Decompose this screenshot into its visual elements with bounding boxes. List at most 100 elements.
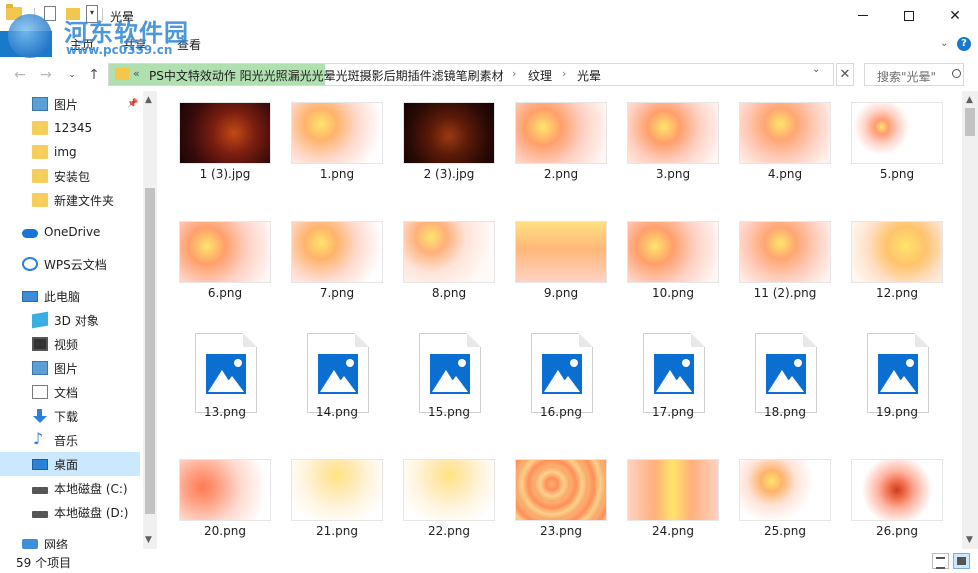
scroll-up-arrow-icon[interactable]: ▲ <box>966 95 973 105</box>
sidebar-item[interactable]: 新建文件夹 <box>0 188 140 212</box>
tab-view[interactable]: 查看 <box>177 36 201 53</box>
file-item[interactable]: 6.png <box>158 210 270 314</box>
file-item[interactable]: 2.png <box>494 91 606 195</box>
file-item[interactable]: 1.png <box>270 91 382 195</box>
sidebar-item[interactable]: 文档 <box>0 380 140 404</box>
sidebar-item[interactable]: 此电脑 <box>0 284 140 308</box>
file-item[interactable]: 8.png <box>382 210 494 314</box>
address-bar[interactable]: « PS中文特效动作 阳光光照漏光光晕光斑摄影后期插件滤镜笔刷素材 › 纹理 ›… <box>108 63 834 86</box>
file-item[interactable]: 24.png <box>606 448 718 549</box>
folder-icon <box>115 68 129 80</box>
file-name: 18.png <box>764 405 806 419</box>
sidebar-item[interactable]: 网络 <box>0 532 140 549</box>
maximize-button[interactable] <box>886 0 932 31</box>
file-name: 10.png <box>652 286 694 300</box>
breadcrumb-separator[interactable]: › <box>562 67 566 80</box>
sidebar-item-label: OneDrive <box>44 225 101 239</box>
clear-address-button[interactable]: ✕ <box>836 63 854 86</box>
scroll-up-arrow-icon[interactable]: ▲ <box>145 95 152 105</box>
address-history-dropdown-icon[interactable]: ⌄ <box>812 64 820 75</box>
new-folder-icon[interactable] <box>66 8 80 20</box>
details-view-button[interactable] <box>932 553 949 569</box>
file-item[interactable]: 9.png <box>494 210 606 314</box>
image-thumbnail <box>180 222 270 282</box>
file-item[interactable]: 16.png <box>494 329 606 433</box>
file-name: 1.png <box>319 167 355 181</box>
address-overflow-chevron[interactable]: « <box>133 67 140 80</box>
minimize-button[interactable] <box>840 0 886 31</box>
scroll-down-arrow-icon[interactable]: ▼ <box>145 535 152 545</box>
image-thumbnail <box>852 222 942 282</box>
file-item[interactable]: 20.png <box>158 448 270 549</box>
file-name: 6.png <box>207 286 243 300</box>
close-icon: ✕ <box>949 7 961 24</box>
sidebar-item[interactable]: 安装包 <box>0 164 140 188</box>
sidebar-item[interactable]: 12345 <box>0 116 140 140</box>
large-icons-view-button[interactable] <box>953 553 970 569</box>
back-button[interactable]: ← <box>10 65 30 85</box>
image-thumbnail <box>852 460 942 520</box>
up-button[interactable]: ↑ <box>84 65 104 85</box>
file-item[interactable]: 17.png <box>606 329 718 433</box>
sidebar-item[interactable]: 音乐 <box>0 428 140 452</box>
picture-icon <box>766 354 806 394</box>
picture-icon <box>318 354 358 394</box>
forward-button[interactable]: → <box>36 65 56 85</box>
image-thumbnail <box>628 222 718 282</box>
search-input[interactable]: 搜索"光晕" <box>864 63 964 86</box>
window-title: 光晕 <box>110 10 135 24</box>
image-thumbnail <box>628 103 718 163</box>
close-button[interactable]: ✕ <box>932 0 978 31</box>
file-item[interactable]: 2 (3).jpg <box>382 91 494 195</box>
file-list-scrollbar[interactable]: ▲ ▼ <box>962 91 978 549</box>
sidebar-item[interactable]: WPS云文档 <box>0 252 140 276</box>
sidebar-item[interactable]: 本地磁盘 (D:) <box>0 500 140 524</box>
file-item[interactable]: 18.png <box>718 329 830 433</box>
expand-ribbon-icon[interactable]: ⌄ <box>940 38 948 49</box>
file-item[interactable]: 5.png <box>830 91 942 195</box>
recent-locations-chevron-icon[interactable]: ⌄ <box>62 65 82 85</box>
sidebar-item[interactable]: OneDrive <box>0 220 140 244</box>
file-item[interactable]: 1 (3).jpg <box>158 91 270 195</box>
file-item[interactable]: 3.png <box>606 91 718 195</box>
sidebar-item[interactable]: 本地磁盘 (C:) <box>0 476 140 500</box>
help-icon[interactable]: ? <box>957 37 971 51</box>
file-item[interactable]: 25.png <box>718 448 830 549</box>
file-item[interactable]: 10.png <box>606 210 718 314</box>
file-item[interactable]: 26.png <box>830 448 942 549</box>
image-file-icon <box>195 333 257 413</box>
file-item[interactable]: 15.png <box>382 329 494 433</box>
breadcrumb-texture[interactable]: 纹理 <box>528 67 552 84</box>
3d-objects-icon <box>32 311 48 329</box>
file-item[interactable]: 19.png <box>830 329 942 433</box>
quick-access-dropdown-icon[interactable]: ▾ <box>86 5 98 23</box>
file-item[interactable]: 21.png <box>270 448 382 549</box>
file-item[interactable]: 23.png <box>494 448 606 549</box>
file-list-scroll-thumb[interactable] <box>965 108 975 136</box>
scroll-down-arrow-icon[interactable]: ▼ <box>966 535 973 545</box>
sidebar-item[interactable]: 3D 对象 <box>0 308 140 332</box>
tab-share[interactable]: 共享 <box>123 36 147 53</box>
file-name: 2.png <box>543 167 579 181</box>
sidebar-item[interactable]: 图片 📌 <box>0 92 140 116</box>
file-item[interactable]: 11 (2).png <box>718 210 830 314</box>
file-item[interactable]: 12.png <box>830 210 942 314</box>
properties-icon[interactable] <box>44 6 56 21</box>
sidebar-scrollbar[interactable]: ▲ ▼ <box>143 91 157 549</box>
breadcrumb-root[interactable]: PS中文特效动作 阳光光照漏光光晕光斑摄影后期插件滤镜笔刷素材 <box>149 67 504 84</box>
breadcrumb-separator[interactable]: › <box>512 67 516 80</box>
file-item[interactable]: 13.png <box>158 329 270 433</box>
file-item[interactable]: 4.png <box>718 91 830 195</box>
sidebar-item[interactable]: img <box>0 140 140 164</box>
sidebar-item[interactable]: 桌面 <box>0 452 140 476</box>
file-item[interactable]: 14.png <box>270 329 382 433</box>
sidebar-item[interactable]: 视频 <box>0 332 140 356</box>
sidebar-item[interactable]: 图片 <box>0 356 140 380</box>
sidebar-item[interactable]: 下载 <box>0 404 140 428</box>
file-item[interactable]: 7.png <box>270 210 382 314</box>
tab-home[interactable]: 主页 <box>70 36 94 53</box>
file-item[interactable]: 22.png <box>382 448 494 549</box>
tab-file[interactable] <box>0 31 52 57</box>
sidebar-scroll-thumb[interactable] <box>145 188 155 514</box>
breadcrumb-current[interactable]: 光晕 <box>577 67 601 84</box>
